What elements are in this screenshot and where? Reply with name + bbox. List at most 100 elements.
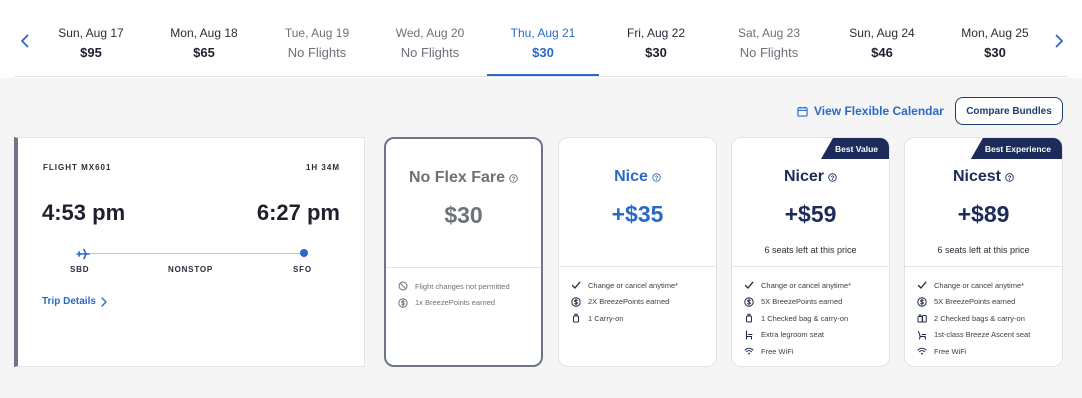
date-option[interactable]: Fri, Aug 22 $30 [600, 0, 712, 78]
date-label: Fri, Aug 22 [626, 26, 686, 40]
bundle-feature-text: Free WiFi [761, 346, 794, 356]
origin-code: SBD [70, 265, 90, 274]
bundle-divider [386, 267, 541, 268]
date-option[interactable]: Wed, Aug 20 No Flights [374, 0, 486, 78]
chevron-right-icon[interactable] [1051, 33, 1067, 49]
bundle-card[interactable]: Best Experience Nicest? +$89 6 seats left a… [904, 137, 1063, 367]
bundle-feature: Change or cancel anytime* [744, 277, 883, 294]
info-icon[interactable]: ? [652, 172, 661, 182]
bundle-name: Nicest [952, 168, 1002, 185]
bundle-features: Change or cancel anytime* 5X BreezePoints… [744, 277, 883, 360]
bundle-card[interactable]: Best Value Nicer? +$59 6 seats left at this… [731, 137, 890, 367]
bundle-divider [905, 266, 1062, 267]
seats-left-note: 6 seats left at this price [937, 245, 1030, 255]
bundle-feature-text: 1 Carry-on [588, 313, 624, 323]
carry-on-icon [573, 313, 579, 323]
bundle-feature-text: Change or cancel anytime* [588, 280, 679, 290]
dollar-coin-icon [917, 297, 927, 307]
bundle-feature-text: Extra legroom seat [761, 330, 824, 340]
destination-dot [300, 249, 308, 257]
check-icon [744, 281, 754, 289]
compare-bundles-button[interactable]: Compare Bundles [955, 97, 1063, 125]
view-flexible-calendar-link[interactable]: View Flexible Calendar [797, 103, 944, 119]
bundle-feature-text: 1 Checked bag & carry-on [761, 313, 849, 323]
bundle-header: No Flex Fare? $30 [386, 139, 541, 267]
date-price: No Flights [739, 45, 799, 60]
bundle-feature: 2X BreezePoints earned [571, 294, 710, 311]
bundle-title: Nice? [559, 168, 716, 186]
svg-text:?: ? [831, 174, 835, 181]
bundle-title: Nicest? [905, 168, 1062, 186]
date-price: $30 [645, 45, 667, 60]
bundle-card[interactable]: No Flex Fare? $30 Flight changes not permi… [384, 137, 543, 367]
bundle-title: No Flex Fare? [386, 169, 541, 187]
svg-text:?: ? [512, 175, 516, 182]
dollar-coin-icon [744, 297, 754, 307]
view-flexible-calendar-label: View Flexible Calendar [814, 104, 944, 118]
chevron-right-icon [101, 296, 107, 307]
bundle-price: +$35 [611, 201, 664, 227]
trip-details-link[interactable]: Trip Details [42, 296, 108, 307]
date-price: $30 [984, 45, 1006, 60]
date-option[interactable]: Sun, Aug 17 $95 [35, 0, 147, 78]
bundle-feature: 5X BreezePoints earned [744, 294, 883, 311]
airplane-icon [76, 247, 90, 260]
bundle-features: Change or cancel anytime* 5X BreezePoints… [917, 277, 1056, 360]
route-line [83, 253, 304, 254]
date-label: Sun, Aug 24 [849, 26, 915, 40]
bundle-feature: Free WiFi [744, 343, 883, 360]
date-strip: Sun, Aug 17 $95 Mon, Aug 18 $65 Tue, Aug 19 N… [0, 0, 1082, 78]
bundle-title: Nicer? [732, 168, 889, 186]
date-option[interactable]: Mon, Aug 25 $30 [939, 0, 1051, 78]
date-option[interactable]: Sat, Aug 23 No Flights [713, 0, 825, 78]
bundle-feature: 1 Carry-on [571, 310, 710, 327]
bags-icon [917, 314, 927, 323]
stops-label: NONSTOP [168, 265, 214, 274]
bundle-feature-text: Flight changes not permitted [415, 281, 510, 291]
date-option[interactable]: Sun, Aug 24 $46 [826, 0, 938, 78]
recliner-seat-icon [917, 330, 927, 340]
date-strip-divider [14, 76, 1068, 77]
bundle-feature-text: 1st-class Breeze Ascent seat [934, 330, 1031, 340]
bundle-feature-text: 2 Checked bags & carry-on [934, 313, 1025, 323]
bundle-feature-text: 1x BreezePoints earned [415, 298, 496, 308]
info-icon[interactable]: ? [509, 173, 518, 183]
date-option[interactable]: Thu, Aug 21 $30 [487, 0, 599, 78]
date-price: $65 [193, 45, 215, 60]
bundle-feature: Change or cancel anytime* [917, 277, 1056, 294]
bundle-feature: 1 Checked bag & carry-on [744, 310, 883, 327]
seats-left-note: 6 seats left at this price [764, 245, 857, 255]
dollar-coin-icon [398, 298, 408, 308]
bundle-feature-text: Free WiFi [934, 346, 967, 356]
bundle-name: No Flex Fare [408, 169, 506, 186]
date-label: Mon, Aug 25 [961, 26, 1029, 40]
bundle-feature: Free WiFi [917, 343, 1056, 360]
bundle-card[interactable]: Nice? +$35 Change or cancel anytime* 2X Bre… [558, 137, 717, 367]
check-icon [571, 281, 581, 289]
bundle-header: Nicest? +$89 6 seats left at this price [905, 138, 1062, 266]
bundle-feature: 5X BreezePoints earned [917, 294, 1056, 311]
info-icon[interactable]: ? [828, 172, 837, 182]
date-price: $30 [532, 45, 554, 60]
check-icon [917, 281, 927, 289]
date-label: Tue, Aug 19 [284, 26, 350, 40]
bundle-feature-text: 5X BreezePoints earned [934, 297, 1016, 307]
bundle-header: Nice? +$35 [559, 138, 716, 266]
date-option[interactable]: Mon, Aug 18 $65 [148, 0, 260, 78]
chevron-left-icon[interactable] [17, 33, 33, 49]
svg-text:?: ? [654, 174, 658, 181]
date-price: No Flights [287, 45, 347, 60]
bundle-feature-text: 2X BreezePoints earned [588, 297, 670, 307]
no-sign-icon [398, 281, 408, 291]
seat-icon [745, 330, 753, 340]
bundle-price: +$59 [784, 201, 837, 227]
wifi-icon [917, 347, 927, 355]
destination-code: SFO [293, 265, 312, 274]
bundle-price: +$89 [957, 201, 1010, 227]
bundle-feature: 1st-class Breeze Ascent seat [917, 327, 1056, 344]
bundle-feature: Flight changes not permitted [398, 278, 535, 295]
info-icon[interactable]: ? [1005, 172, 1014, 182]
bundle-features: Flight changes not permitted 1x BreezePoi… [398, 278, 535, 311]
flight-card: FLIGHT MX601 1H 34M 4:53 pm 6:27 pm SBD … [14, 137, 365, 367]
date-option[interactable]: Tue, Aug 19 No Flights [261, 0, 373, 78]
